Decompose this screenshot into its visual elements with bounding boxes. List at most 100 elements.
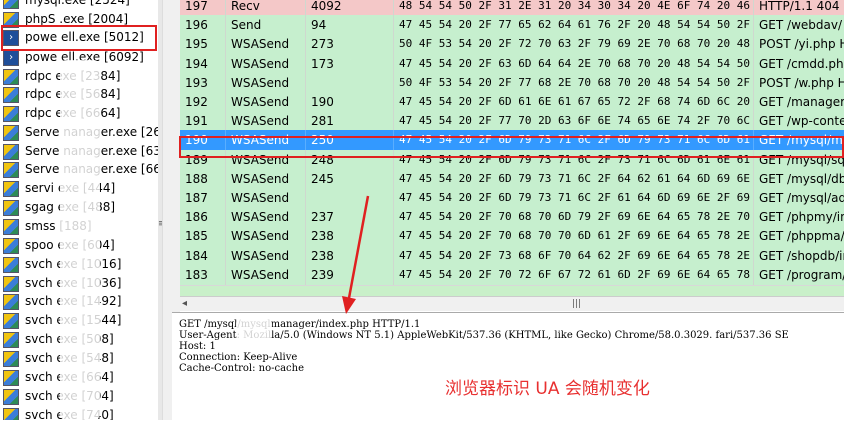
process-icon xyxy=(3,312,19,329)
table-row[interactable]: 194 WSASend 173 47 45 54 20 2F 63 6D 64 64 … xyxy=(180,53,844,75)
packet-text: GET /phpmy/in xyxy=(759,210,844,225)
packet-size: 238 xyxy=(306,245,394,266)
request-header-cache-control: Cache-Control: no-cache xyxy=(179,363,304,374)
packet-hex: 47 45 54 20 2F 63 6D 64 64 2E 70 68 70 2… xyxy=(394,53,754,74)
packet-size: 238 xyxy=(306,226,394,247)
packet-text: GET /mysql/db xyxy=(759,171,844,186)
packet-function: Recv xyxy=(226,0,306,16)
scroll-thumb-icon[interactable]: ||| xyxy=(572,297,581,311)
packet-hex: 47 45 54 20 2F 6D 79 73 71 6C 2F 6D 79 7… xyxy=(394,130,754,151)
packet-hex: 48 54 54 50 2F 31 2E 31 20 34 30 34 20 4… xyxy=(394,0,754,16)
table-row[interactable]: 191 WSASend 281 47 45 54 20 2F 77 70 2D 63 … xyxy=(180,111,844,133)
packet-size: 248 xyxy=(306,149,394,170)
packet-id: 187 xyxy=(180,188,226,208)
packet-id: 197 xyxy=(180,0,226,16)
table-row[interactable]: 189 WSASend 248 47 45 54 20 2F 6D 79 73 71 … xyxy=(180,149,844,171)
process-icon xyxy=(3,237,19,254)
process-icon xyxy=(3,388,19,405)
process-name: mysql.exe [2524] xyxy=(25,0,130,7)
packet-hex: 47 45 54 20 2F 6D 61 6E 61 67 65 72 2F 6… xyxy=(394,92,754,112)
process-icon xyxy=(3,218,19,235)
packet-id: 184 xyxy=(180,245,226,266)
packet-id: 192 xyxy=(180,92,226,112)
packet-text: GET /cmdd.php H xyxy=(759,56,844,71)
packet-text: GET /shopdb/in xyxy=(759,248,844,263)
packet-hex: 47 45 54 20 2F 70 68 70 6D 79 2F 69 6E 6… xyxy=(394,207,754,228)
process-icon xyxy=(3,256,19,273)
packet-text: GET /wp-conten xyxy=(759,114,844,129)
packet-id: 186 xyxy=(180,207,226,228)
table-row[interactable]: 193 WSASend 50 4F 53 54 20 2F 77 68 2E 70 … xyxy=(180,72,844,94)
powershell-icon: › xyxy=(3,49,19,66)
table-row[interactable]: 185 WSASend 238 47 45 54 20 2F 70 68 70 70 … xyxy=(180,226,844,248)
packet-size: 190 xyxy=(306,92,394,112)
packet-table-hscrollbar[interactable]: ◂ ||| xyxy=(180,296,844,311)
packet-size: 94 xyxy=(306,15,394,36)
selected-process-highlight xyxy=(1,25,157,51)
packet-id: 185 xyxy=(180,226,226,247)
packet-size: 4092 xyxy=(306,0,394,16)
packet-text: GET /program/ xyxy=(759,267,844,282)
packet-function: WSASend xyxy=(226,264,306,285)
packet-function: WSASend xyxy=(226,92,306,112)
packet-id: 195 xyxy=(180,34,226,55)
packet-hex: 47 45 54 20 2F 70 68 70 70 6D 61 2F 69 6… xyxy=(394,226,754,247)
packet-hex: 47 45 54 20 2F 77 65 62 64 61 76 2F 20 4… xyxy=(394,15,754,36)
request-detail-panel[interactable]: GET /mysql/mysqlmanager/index.php HTTP/1… xyxy=(172,312,844,421)
scroll-left-icon[interactable]: ◂ xyxy=(182,297,187,311)
packet-function: Send xyxy=(226,15,306,36)
packet-text: GET /mysql/my xyxy=(759,133,844,148)
packet-id: 193 xyxy=(180,72,226,93)
process-icon xyxy=(3,369,19,386)
request-header-connection: Connection: Keep-Alive xyxy=(179,352,298,363)
table-row[interactable]: 196 Send 94 47 45 54 20 2F 77 65 62 64 61 7… xyxy=(180,15,844,37)
process-icon xyxy=(3,161,19,178)
packet-hex: 47 45 54 20 2F 73 68 6F 70 64 62 2F 69 6… xyxy=(394,245,754,266)
table-row[interactable]: 192 WSASend 190 47 45 54 20 2F 6D 61 6E 61 … xyxy=(180,92,844,113)
table-row[interactable]: 186 WSASend 237 47 45 54 20 2F 70 68 70 6D … xyxy=(180,207,844,229)
process-icon xyxy=(3,293,19,310)
table-row[interactable]: 184 WSASend 238 47 45 54 20 2F 73 68 6F 70 … xyxy=(180,245,844,267)
packet-id: 194 xyxy=(180,53,226,74)
packet-text: POST /w.php HT xyxy=(759,75,844,90)
packet-id: 191 xyxy=(180,111,226,132)
process-icon xyxy=(3,331,19,348)
blur-mask xyxy=(60,60,100,420)
packet-hex: 47 45 54 20 2F 6D 79 73 71 6C 2F 73 71 6… xyxy=(394,149,754,170)
packet-size xyxy=(306,72,394,93)
process-icon xyxy=(3,105,19,122)
process-icon xyxy=(3,180,19,197)
packet-text: HTTP/1.1 404 N xyxy=(759,0,844,13)
packet-function: WSASend xyxy=(226,72,306,93)
process-icon xyxy=(3,86,19,103)
packet-text: GET /phppma/in xyxy=(759,229,844,244)
packet-function: WSASend xyxy=(226,111,306,132)
packet-size: 273 xyxy=(306,34,394,55)
packet-size: 281 xyxy=(306,111,394,132)
packet-table[interactable]: 197 Recv 4092 48 54 54 50 2F 31 2E 31 20 34… xyxy=(180,0,844,296)
packet-hex: 47 45 54 20 2F 6D 79 73 71 6C 2F 61 64 6… xyxy=(394,188,754,208)
table-row[interactable]: 188 WSASend 245 47 45 54 20 2F 6D 79 73 71 … xyxy=(180,168,844,190)
table-row[interactable]: 195 WSASend 273 50 4F 53 54 20 2F 72 70 63 … xyxy=(180,34,844,56)
packet-size: 239 xyxy=(306,264,394,285)
process-icon xyxy=(3,124,19,141)
packet-id: 196 xyxy=(180,15,226,36)
packet-text: GET /manager/h xyxy=(759,95,844,109)
process-icon xyxy=(3,407,19,420)
table-row[interactable]: 190 WSASend 250 47 45 54 20 2F 6D 79 73 71 … xyxy=(180,130,844,152)
packet-hex: 47 45 54 20 2F 6D 79 73 71 6C 2F 64 62 6… xyxy=(394,168,754,189)
packet-size: 250 xyxy=(306,130,394,151)
packet-text: GET /mysql/sql xyxy=(759,152,844,167)
table-row[interactable]: 187 WSASend 47 45 54 20 2F 6D 79 73 71 6C … xyxy=(180,188,844,209)
process-icon xyxy=(3,68,19,85)
packet-function: WSASend xyxy=(226,34,306,55)
process-item[interactable]: mysql.exe [2524] xyxy=(0,0,130,10)
packet-hex: 50 4F 53 54 20 2F 77 68 2E 70 68 70 20 4… xyxy=(394,72,754,93)
process-icon xyxy=(3,0,19,9)
packet-text: POST /yi.php H xyxy=(759,37,844,52)
packet-size: 237 xyxy=(306,207,394,228)
packet-text: GET /mysql/adm xyxy=(759,191,844,205)
packet-hex: 50 4F 53 54 20 2F 72 70 63 2F 79 69 2E 7… xyxy=(394,34,754,55)
packet-id: 190 xyxy=(180,130,226,151)
table-row[interactable]: 183 WSASend 239 47 45 54 20 2F 70 72 6F 67 … xyxy=(180,264,844,286)
